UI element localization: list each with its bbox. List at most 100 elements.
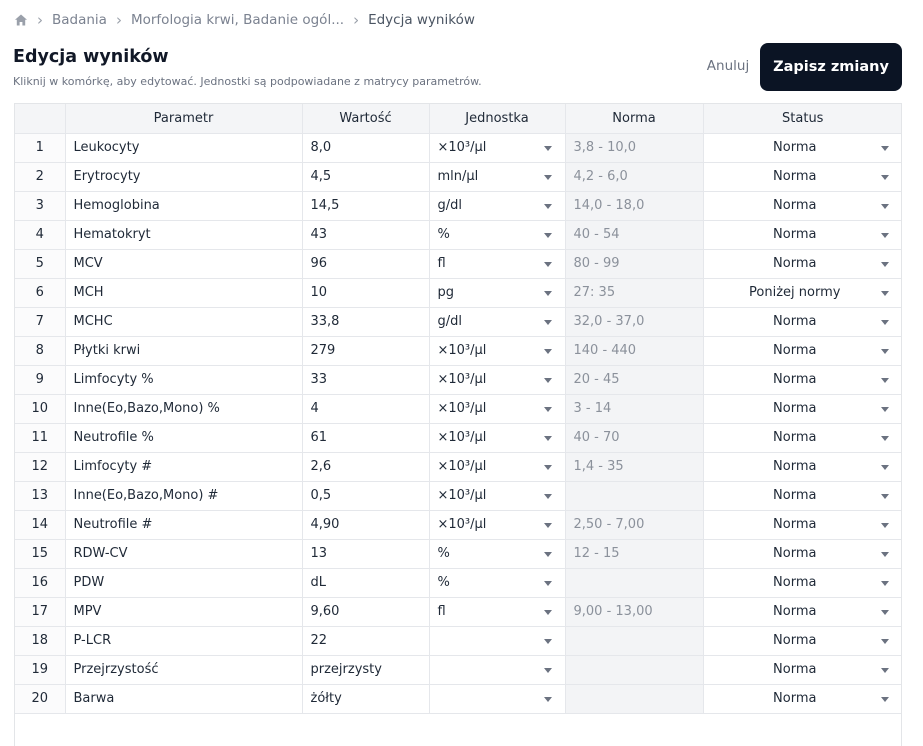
- parameter-cell[interactable]: Inne(Eo,Bazo,Mono) #: [65, 481, 303, 511]
- column-header-jednostka[interactable]: Jednostka: [429, 104, 566, 134]
- unit-select-cell[interactable]: %: [429, 539, 566, 569]
- parameter-cell[interactable]: Limfocyty #: [65, 452, 303, 482]
- value-cell[interactable]: dL: [302, 568, 430, 598]
- value-cell[interactable]: 2,6: [302, 452, 430, 482]
- unit-select-cell[interactable]: ×10³/µl: [429, 423, 566, 453]
- status-select-cell[interactable]: Norma: [703, 220, 901, 250]
- unit-select-cell[interactable]: ×10³/µl: [429, 394, 566, 424]
- caret-down-icon[interactable]: [881, 493, 889, 499]
- value-cell[interactable]: 96: [302, 249, 430, 279]
- status-select-cell[interactable]: Norma: [703, 249, 901, 279]
- status-select-cell[interactable]: Norma: [703, 133, 901, 163]
- unit-select-cell[interactable]: [429, 655, 566, 685]
- caret-down-icon[interactable]: [543, 290, 552, 296]
- caret-down-icon[interactable]: [881, 667, 889, 673]
- value-cell[interactable]: 14,5: [302, 191, 430, 221]
- caret-down-icon[interactable]: [881, 522, 889, 528]
- caret-down-icon[interactable]: [543, 203, 552, 209]
- value-cell[interactable]: przejrzysty: [302, 655, 430, 685]
- status-select-cell[interactable]: Norma: [703, 394, 901, 424]
- caret-down-icon[interactable]: [543, 464, 552, 470]
- parameter-cell[interactable]: MPV: [65, 597, 303, 627]
- caret-down-icon[interactable]: [543, 319, 552, 325]
- value-cell[interactable]: żółty: [302, 684, 430, 714]
- unit-select-cell[interactable]: ×10³/µl: [429, 452, 566, 482]
- value-cell[interactable]: 279: [302, 336, 430, 366]
- caret-down-icon[interactable]: [881, 319, 889, 325]
- column-header-parametr[interactable]: Parametr: [65, 104, 303, 134]
- status-select-cell[interactable]: Norma: [703, 626, 901, 656]
- value-cell[interactable]: 4,90: [302, 510, 430, 540]
- value-cell[interactable]: 4: [302, 394, 430, 424]
- caret-down-icon[interactable]: [881, 145, 889, 151]
- caret-down-icon[interactable]: [543, 667, 552, 673]
- parameter-cell[interactable]: Hematokryt: [65, 220, 303, 250]
- parameter-cell[interactable]: Inne(Eo,Bazo,Mono) %: [65, 394, 303, 424]
- status-select-cell[interactable]: Norma: [703, 539, 901, 569]
- unit-select-cell[interactable]: [429, 626, 566, 656]
- caret-down-icon[interactable]: [543, 261, 552, 267]
- caret-down-icon[interactable]: [881, 609, 889, 615]
- status-select-cell[interactable]: Norma: [703, 336, 901, 366]
- caret-down-icon[interactable]: [543, 145, 552, 151]
- parameter-cell[interactable]: Leukocyty: [65, 133, 303, 163]
- caret-down-icon[interactable]: [543, 232, 552, 238]
- caret-down-icon[interactable]: [543, 377, 552, 383]
- value-cell[interactable]: 8,0: [302, 133, 430, 163]
- caret-down-icon[interactable]: [881, 290, 889, 296]
- parameter-cell[interactable]: MCHC: [65, 307, 303, 337]
- unit-select-cell[interactable]: ×10³/µl: [429, 510, 566, 540]
- status-select-cell[interactable]: Norma: [703, 423, 901, 453]
- parameter-cell[interactable]: Barwa: [65, 684, 303, 714]
- status-select-cell[interactable]: Norma: [703, 162, 901, 192]
- unit-select-cell[interactable]: [429, 684, 566, 714]
- status-select-cell[interactable]: Norma: [703, 684, 901, 714]
- value-cell[interactable]: 13: [302, 539, 430, 569]
- value-cell[interactable]: 22: [302, 626, 430, 656]
- save-changes-button[interactable]: Zapisz zmiany: [760, 43, 902, 91]
- parameter-cell[interactable]: PDW: [65, 568, 303, 598]
- parameter-cell[interactable]: MCH: [65, 278, 303, 308]
- status-select-cell[interactable]: Norma: [703, 191, 901, 221]
- unit-select-cell[interactable]: pg: [429, 278, 566, 308]
- status-select-cell[interactable]: Norma: [703, 510, 901, 540]
- unit-select-cell[interactable]: fl: [429, 249, 566, 279]
- unit-select-cell[interactable]: ×10³/µl: [429, 365, 566, 395]
- status-select-cell[interactable]: Norma: [703, 365, 901, 395]
- unit-select-cell[interactable]: %: [429, 220, 566, 250]
- status-select-cell[interactable]: Norma: [703, 568, 901, 598]
- parameter-cell[interactable]: P-LCR: [65, 626, 303, 656]
- unit-select-cell[interactable]: ×10³/µl: [429, 133, 566, 163]
- caret-down-icon[interactable]: [543, 493, 552, 499]
- value-cell[interactable]: 43: [302, 220, 430, 250]
- caret-down-icon[interactable]: [543, 580, 552, 586]
- value-cell[interactable]: 0,5: [302, 481, 430, 511]
- parameter-cell[interactable]: RDW-CV: [65, 539, 303, 569]
- caret-down-icon[interactable]: [543, 174, 552, 180]
- caret-down-icon[interactable]: [881, 203, 889, 209]
- caret-down-icon[interactable]: [881, 464, 889, 470]
- breadcrumb-item-badania[interactable]: Badania: [52, 12, 107, 28]
- parameter-cell[interactable]: Limfocyty %: [65, 365, 303, 395]
- unit-select-cell[interactable]: g/dl: [429, 307, 566, 337]
- home-icon[interactable]: [14, 13, 28, 27]
- unit-select-cell[interactable]: %: [429, 568, 566, 598]
- caret-down-icon[interactable]: [881, 580, 889, 586]
- caret-down-icon[interactable]: [881, 551, 889, 557]
- unit-select-cell[interactable]: mln/µl: [429, 162, 566, 192]
- caret-down-icon[interactable]: [543, 348, 552, 354]
- parameter-cell[interactable]: Erytrocyty: [65, 162, 303, 192]
- caret-down-icon[interactable]: [881, 406, 889, 412]
- parameter-cell[interactable]: Płytki krwi: [65, 336, 303, 366]
- column-header-norma[interactable]: Norma: [565, 104, 704, 134]
- status-select-cell[interactable]: Norma: [703, 597, 901, 627]
- parameter-cell[interactable]: MCV: [65, 249, 303, 279]
- caret-down-icon[interactable]: [881, 377, 889, 383]
- status-select-cell[interactable]: Norma: [703, 307, 901, 337]
- column-header-wartosc[interactable]: Wartość: [302, 104, 430, 134]
- value-cell[interactable]: 4,5: [302, 162, 430, 192]
- caret-down-icon[interactable]: [543, 435, 552, 441]
- unit-select-cell[interactable]: ×10³/µl: [429, 336, 566, 366]
- parameter-cell[interactable]: Hemoglobina: [65, 191, 303, 221]
- caret-down-icon[interactable]: [881, 435, 889, 441]
